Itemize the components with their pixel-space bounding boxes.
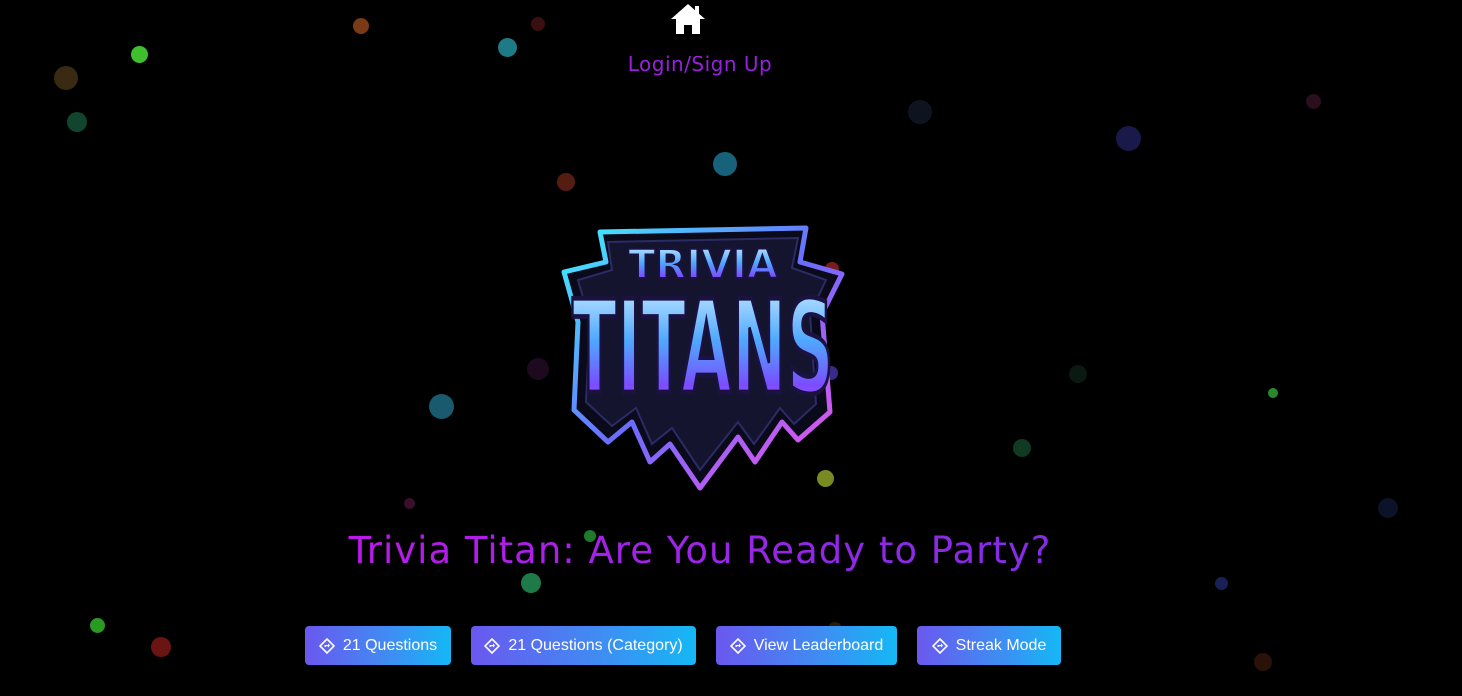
particle	[1268, 388, 1278, 398]
particle	[1306, 94, 1321, 109]
particle	[521, 573, 541, 593]
streak-mode-button[interactable]: Streak Mode	[917, 626, 1061, 665]
diamond-direction-icon	[729, 637, 746, 654]
button-label: 21 Questions (Category)	[508, 636, 683, 654]
logo-line-2: TITANS	[572, 274, 834, 423]
diamond-direction-icon	[318, 637, 335, 654]
button-label: Streak Mode	[955, 636, 1047, 654]
view-leaderboard-button[interactable]: View Leaderboard	[716, 626, 897, 665]
particle	[527, 358, 549, 380]
particle	[1378, 498, 1398, 518]
particle	[1013, 439, 1031, 457]
particle	[151, 637, 171, 657]
login-signup-link[interactable]: Login/Sign Up	[0, 52, 1400, 76]
21-questions-category-button[interactable]: 21 Questions (Category)	[471, 626, 696, 665]
21-questions-button[interactable]: 21 Questions	[305, 626, 451, 665]
particle	[1254, 653, 1272, 671]
diamond-direction-icon	[931, 637, 948, 654]
page: Login/Sign Up TRIVIA TITANS Trivia Titan…	[0, 0, 1462, 696]
home-link[interactable]	[669, 2, 707, 36]
diamond-direction-icon	[484, 637, 501, 654]
button-label: View Leaderboard	[753, 636, 884, 654]
particle	[67, 112, 87, 132]
particle	[1069, 365, 1087, 383]
particle	[1215, 577, 1228, 590]
trivia-titans-logo: TRIVIA TITANS	[560, 222, 846, 492]
page-headline: Trivia Titan: Are You Ready to Party?	[0, 529, 1400, 572]
home-icon	[671, 4, 705, 34]
particle	[908, 100, 932, 124]
button-label: 21 Questions	[342, 636, 438, 654]
particle	[1116, 126, 1141, 151]
particle	[557, 173, 575, 191]
particle	[429, 394, 454, 419]
particle	[713, 152, 737, 176]
particle	[404, 498, 415, 509]
particle	[531, 17, 545, 31]
particle	[353, 18, 369, 34]
particle	[90, 618, 105, 633]
